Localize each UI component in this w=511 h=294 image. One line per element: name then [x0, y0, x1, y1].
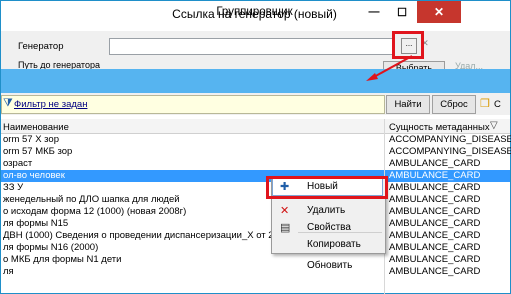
table-row[interactable]: о исходам форма 12 (1000) (новая 2008г) A…	[1, 206, 510, 218]
table-row[interactable]: о МКБ для формы N1 дети AMBULANCE_CARD	[1, 254, 510, 266]
menu-item-2[interactable]: ▤ Свойства	[272, 220, 383, 236]
column-header-name[interactable]: Наименование	[3, 122, 69, 133]
menu-item-1[interactable]: ✕ Удалить	[272, 203, 383, 219]
column-filter-icon[interactable]: ▽	[490, 120, 498, 131]
grouping-title-bar	[1, 69, 510, 93]
table-row[interactable]: orm 57 МКБ зор ACCOMPANYING_DISEASES	[1, 146, 511, 158]
table-row[interactable]: ля формы N15 AMBULANCE_CARD	[1, 218, 510, 230]
properties-icon: ▤	[280, 222, 291, 234]
table-row[interactable]: ля AMBULANCE_CARD	[1, 266, 510, 278]
tool-label: С	[494, 99, 501, 110]
filter-icon: ⧩	[3, 97, 13, 109]
row-type-cell: AMBULANCE_CARD	[389, 182, 481, 193]
menu-item-label: Удалить	[307, 205, 346, 216]
row-type-cell: AMBULANCE_CARD	[389, 218, 481, 229]
row-type-cell: AMBULANCE_CARD	[389, 158, 481, 169]
generator-label: Генератор	[18, 41, 64, 52]
menu-item-3[interactable]: Копировать	[272, 237, 383, 253]
reset-button[interactable]: Сброс	[432, 95, 476, 114]
table-row[interactable]: ДВН (1000) Сведения о проведении диспанс…	[1, 230, 510, 242]
row-type-cell: AMBULANCE_CARD	[389, 170, 481, 181]
generator-input[interactable]	[109, 38, 393, 55]
folder-icon[interactable]: ❒	[480, 97, 490, 110]
grouping-window-title: Группировщик	[216, 6, 293, 18]
row-type-cell: AMBULANCE_CARD	[389, 254, 481, 265]
table-row[interactable]: ля формы N16 (2000) AMBULANCE_CARD	[1, 242, 510, 254]
row-type-cell: ACCOMPANYING_DISEASES	[389, 134, 511, 145]
row-type-cell: AMBULANCE_CARD	[389, 242, 481, 253]
column-header-type[interactable]: Сущность метаданных	[389, 122, 490, 133]
context-menu-separator	[298, 232, 382, 233]
table-row[interactable]: озраст AMBULANCE_CARD	[1, 158, 510, 170]
table-row[interactable]: ЗЗ У AMBULANCE_CARD	[1, 182, 510, 194]
row-type-cell: ACCOMPANYING_DISEASES	[389, 146, 511, 157]
row-name-cell: orm 57 X зор	[3, 134, 59, 145]
filter-link[interactable]: Фильтр не задан	[14, 99, 87, 110]
row-name-cell: озраст	[3, 158, 33, 169]
row-type-cell: AMBULANCE_CARD	[389, 194, 481, 205]
table-row[interactable]: orm 57 X зор ACCOMPANYING_DISEASES	[1, 134, 511, 146]
table-row[interactable]: ол-во человек AMBULANCE_CARD	[1, 170, 510, 182]
menu-item-label: Обновить	[307, 260, 353, 271]
menu-item-label: Копировать	[307, 239, 361, 250]
row-type-cell: AMBULANCE_CARD	[389, 206, 481, 217]
red-arrow-annotation	[366, 55, 413, 81]
highlight-box-new	[266, 176, 388, 199]
row-type-cell: AMBULANCE_CARD	[389, 230, 481, 241]
table-row[interactable]: женедельный по ДЛО шапка для людей AMBULA…	[1, 194, 510, 206]
find-button[interactable]: Найти	[386, 95, 430, 114]
row-type-cell: AMBULANCE_CARD	[389, 266, 481, 277]
row-name-cell: orm 57 МКБ зор	[3, 146, 73, 157]
delete-x-icon: ✕	[280, 205, 290, 217]
menu-item-4[interactable]: Обновить	[272, 258, 383, 274]
